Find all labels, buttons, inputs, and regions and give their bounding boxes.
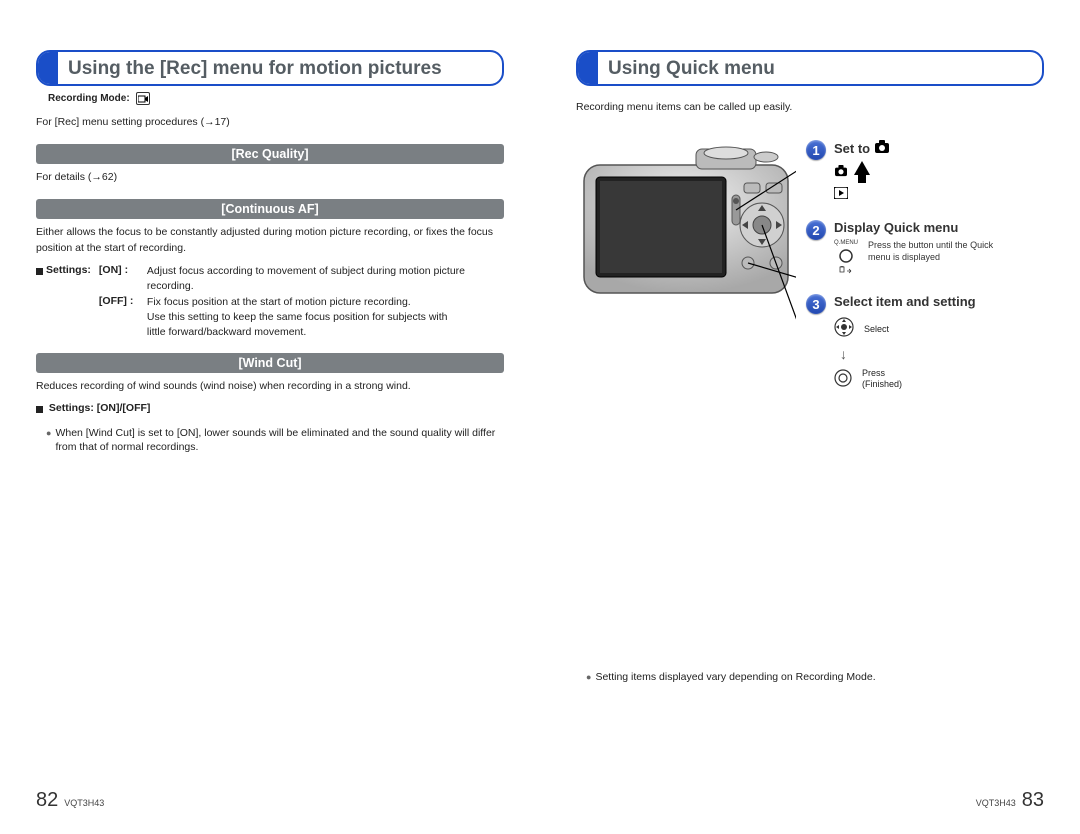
section-rec-quality-body: For details (→62) (36, 170, 504, 185)
left-intro: For [Rec] menu setting procedures (→17) (36, 115, 504, 130)
settings-label: Settings: (46, 264, 91, 276)
playback-icon (834, 187, 848, 202)
step-2-desc: Press the button until the Quick menu is… (868, 240, 1008, 263)
right-title: Using Quick menu (598, 52, 785, 84)
step-1: 1 Set to (806, 140, 1044, 202)
camera-small-icon (834, 165, 848, 180)
left-docid: VQT3H43 (64, 798, 104, 808)
arrow-up-icon (854, 161, 870, 183)
wind-cut-settings-line: Settings: [ON]/[OFF] (36, 401, 504, 416)
arrow-down-icon: ↓ (840, 346, 847, 362)
section-continuous-af-header: [Continuous AF] (36, 199, 504, 219)
round-bullet-icon: ● (46, 426, 51, 455)
continuous-af-settings-row: Settings: [ON] : Adjust focus according … (36, 264, 504, 339)
recording-mode-label: Recording Mode: (48, 93, 130, 104)
square-bullet-icon (36, 406, 43, 413)
step-number-2: 2 (806, 220, 826, 240)
on-label: [ON] : (99, 264, 143, 293)
step-2: 2 Display Quick menu Q.MENU Press (806, 220, 1044, 276)
square-bullet-icon (36, 268, 43, 275)
step-2-title: Display Quick menu (834, 220, 958, 235)
left-page-number: 82 (36, 789, 58, 812)
recording-mode-row: Recording Mode: (48, 92, 504, 105)
dpad-icon (834, 317, 854, 340)
section-wind-cut-body: Reduces recording of wind sounds (wind n… (36, 379, 504, 394)
right-footer: VQT3H43 83 (976, 789, 1044, 812)
center-button-icon (834, 369, 852, 390)
right-docid: VQT3H43 (976, 798, 1016, 808)
step-3-select: Select (864, 324, 889, 334)
motion-picture-mode-icon (136, 92, 150, 105)
page-right: Using Quick menu Recording menu items ca… (540, 50, 1080, 834)
step-3: 3 Select item and setting (806, 294, 1044, 390)
wind-cut-note: ● When [Wind Cut] is set to [ON], lower … (36, 426, 504, 455)
right-note: ● Setting items displayed vary depending… (576, 670, 1044, 685)
camera-mode-icon (874, 140, 890, 157)
section-rec-quality-header: [Rec Quality] (36, 144, 504, 164)
right-intro: Recording menu items can be called up ea… (576, 100, 1044, 115)
section-continuous-af-body: Either allows the focus to be constantly… (36, 225, 504, 255)
round-bullet-icon: ● (586, 670, 591, 685)
off-text: Fix focus position at the start of motio… (147, 295, 467, 339)
camera-illustration (576, 135, 796, 390)
page-left: Using the [Rec] menu for motion pictures… (0, 50, 540, 834)
off-label: [OFF] : (99, 295, 143, 339)
steps-column: 1 Set to (806, 135, 1044, 390)
step-3-press: Press (Finished) (862, 368, 902, 390)
trash-return-icon (839, 266, 853, 276)
section-wind-cut-header: [Wind Cut] (36, 353, 504, 373)
qmenu-button-icon: Q.MENU (834, 240, 858, 276)
on-text: Adjust focus according to movement of su… (147, 264, 467, 293)
step-1-title: Set to (834, 141, 870, 156)
step-number-3: 3 (806, 294, 826, 314)
right-page-number: 83 (1022, 789, 1044, 812)
right-title-bar: Using Quick menu (576, 50, 1044, 86)
diagram-area: 1 Set to (576, 135, 1044, 390)
step-number-1: 1 (806, 140, 826, 160)
left-footer: 82 VQT3H43 (36, 789, 104, 812)
camera-svg (576, 135, 796, 335)
left-title-bar: Using the [Rec] menu for motion pictures (36, 50, 504, 86)
step-3-title: Select item and setting (834, 294, 976, 309)
left-title: Using the [Rec] menu for motion pictures (58, 52, 452, 84)
